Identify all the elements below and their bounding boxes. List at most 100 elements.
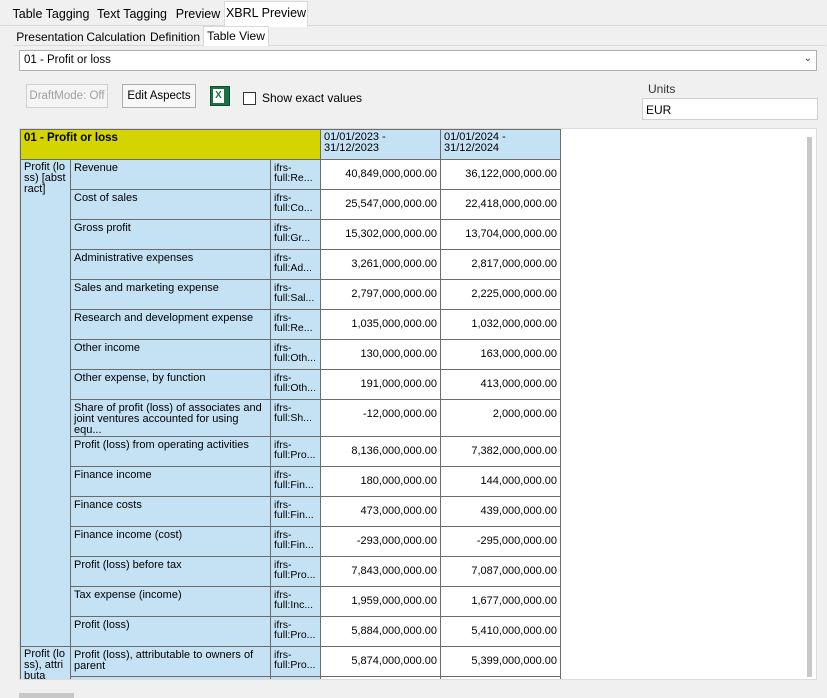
tab-table-tagging[interactable]: Table Tagging [10,3,92,26]
fact-value[interactable]: 3,261,000,000.00 [320,249,441,280]
fact-value[interactable]: 1,959,000,000.00 [320,586,441,617]
concept-label[interactable]: Sales and marketing expense [70,279,271,310]
fact-value[interactable]: 15,302,000,000.00 [320,219,441,250]
fact-value[interactable]: -295,000,000.00 [440,526,561,557]
fact-value[interactable]: 413,000,000.00 [440,369,561,400]
fact-value[interactable]: 1,677,000,000.00 [440,586,561,617]
fact-value[interactable]: 130,000,000.00 [320,339,441,370]
fact-value[interactable]: 2,000,000.00 [440,399,561,437]
tab-presentation[interactable]: Presentation [16,28,84,46]
fact-value[interactable]: 2,225,000,000.00 [440,279,561,310]
concept-label[interactable]: Profit (loss), attributable to non- [70,676,271,679]
fact-value[interactable]: -12,000,000.00 [320,399,441,437]
fact-value[interactable]: 7,382,000,000.00 [440,436,561,467]
concept-label[interactable]: Research and development expense [70,309,271,340]
units-field[interactable]: EUR [642,98,818,120]
fact-value[interactable] [440,676,561,679]
table-row: Other income ifrs-full:Oth... 130,000,000.… [21,339,561,370]
concept-tag[interactable]: ifrs-full:Sal... [270,279,321,310]
vertical-scrollbar[interactable] [807,137,812,677]
concept-label[interactable]: Profit (loss), attributable to owners of… [70,646,271,677]
concept-tag[interactable]: ifrs-full:Pro... [270,616,321,647]
fact-value[interactable]: 1,032,000,000.00 [440,309,561,340]
concept-label[interactable]: Revenue [70,159,271,190]
concept-tag-name: full:Re... [274,322,313,334]
concept-tag[interactable]: ifrs-full:Sh... [270,399,321,437]
concept-label[interactable]: Other income [70,339,271,370]
table-row: Finance income ifrs-full:Fin... 180,000,00… [21,466,561,497]
table-row: Profit (loss) from operating activities i… [21,436,561,467]
fact-value[interactable]: 1,035,000,000.00 [320,309,441,340]
fact-value[interactable]: 13,704,000,000.00 [440,219,561,250]
concept-tag-name: full:Re... [274,172,313,184]
concept-tag-name: full:Pro... [274,629,316,641]
horizontal-scrollbar[interactable] [19,693,74,698]
table-row: Profit (loss) before tax ifrs-full:Pro...… [21,556,561,587]
fact-value[interactable]: 473,000,000.00 [320,496,441,527]
horizontal-scrollbar-track[interactable] [19,686,817,697]
concept-tag[interactable]: ifrs-full:Co... [270,189,321,220]
fact-value[interactable]: 40,849,000,000.00 [320,159,441,190]
edit-aspects-button[interactable]: Edit Aspects [122,84,196,108]
fact-value[interactable]: 163,000,000.00 [440,339,561,370]
fact-value[interactable]: 191,000,000.00 [320,369,441,400]
chevron-down-icon[interactable]: ⌄ [804,53,812,64]
concept-label[interactable]: Administrative expenses [70,249,271,280]
fact-value[interactable]: 5,410,000,000.00 [440,616,561,647]
concept-tag[interactable]: ifrs-full:Re... [270,309,321,340]
show-exact-values-checkbox[interactable] [243,92,256,105]
concept-tag[interactable]: ifrs-full:Gr... [270,219,321,250]
fact-value[interactable]: 7,843,000,000.00 [320,556,441,587]
fact-value[interactable]: 5,874,000,000.00 [320,646,441,677]
concept-label[interactable]: Finance costs [70,496,271,527]
fact-value[interactable]: 439,000,000.00 [440,496,561,527]
tab-calculation[interactable]: Calculation [86,28,146,46]
fact-value[interactable]: 25,547,000,000.00 [320,189,441,220]
tab-preview[interactable]: Preview [172,3,224,26]
concept-label[interactable]: Tax expense (income) [70,586,271,617]
fact-value[interactable]: -293,000,000.00 [320,526,441,557]
fact-value[interactable]: 5,884,000,000.00 [320,616,441,647]
draft-mode-button[interactable]: DraftMode: Off [26,84,108,108]
concept-tag[interactable]: ifrs-full:Inc... [270,586,321,617]
fact-value[interactable]: 144,000,000.00 [440,466,561,497]
fact-value[interactable]: 8,136,000,000.00 [320,436,441,467]
concept-tag[interactable]: ifrs-full:Pro... [270,556,321,587]
concept-label[interactable]: Share of profit (loss) of associates and… [70,399,271,437]
concept-tag-name: full:Fin... [274,509,314,521]
concept-tag[interactable]: ifrs-full:Fin... [270,526,321,557]
concept-tag[interactable]: ifrs- [270,676,321,679]
concept-tag[interactable]: ifrs-full:Fin... [270,496,321,527]
tab-text-tagging[interactable]: Text Tagging [94,3,170,26]
fact-value[interactable]: 22,418,000,000.00 [440,189,561,220]
fact-value[interactable]: 36,122,000,000.00 [440,159,561,190]
concept-tag[interactable]: ifrs-full:Oth... [270,339,321,370]
concept-tag[interactable]: ifrs-full:Ad... [270,249,321,280]
concept-label[interactable]: Profit (loss) from operating activities [70,436,271,467]
concept-label[interactable]: Finance income [70,466,271,497]
table-selector[interactable]: 01 - Profit or loss ⌄ [19,50,817,71]
concept-label[interactable]: Other expense, by function [70,369,271,400]
fact-value[interactable]: 2,797,000,000.00 [320,279,441,310]
concept-tag[interactable]: ifrs-full:Pro... [270,646,321,677]
fact-value[interactable]: 5,399,000,000.00 [440,646,561,677]
concept-tag[interactable]: ifrs-full:Re... [270,159,321,190]
table-row: Administrative expenses ifrs-full:Ad... 3,… [21,249,561,280]
concept-label[interactable]: Profit (loss) before tax [70,556,271,587]
concept-tag[interactable]: ifrs-full:Pro... [270,436,321,467]
fact-value[interactable]: 180,000,000.00 [320,466,441,497]
tab-table-view[interactable]: Table View [203,26,269,47]
fact-value[interactable] [320,676,441,679]
concept-label[interactable]: Cost of sales [70,189,271,220]
concept-tag-name: full:Fin... [274,539,314,551]
concept-tag[interactable]: ifrs-full:Oth... [270,369,321,400]
concept-tag[interactable]: ifrs-full:Fin... [270,466,321,497]
tab-definition[interactable]: Definition [148,28,202,46]
excel-icon[interactable]: X [210,86,230,106]
tab-xbrl-preview[interactable]: XBRL Preview [224,1,308,27]
fact-value[interactable]: 2,817,000,000.00 [440,249,561,280]
concept-label[interactable]: Profit (loss) [70,616,271,647]
concept-label[interactable]: Finance income (cost) [70,526,271,557]
concept-label[interactable]: Gross profit [70,219,271,250]
fact-value[interactable]: 7,087,000,000.00 [440,556,561,587]
